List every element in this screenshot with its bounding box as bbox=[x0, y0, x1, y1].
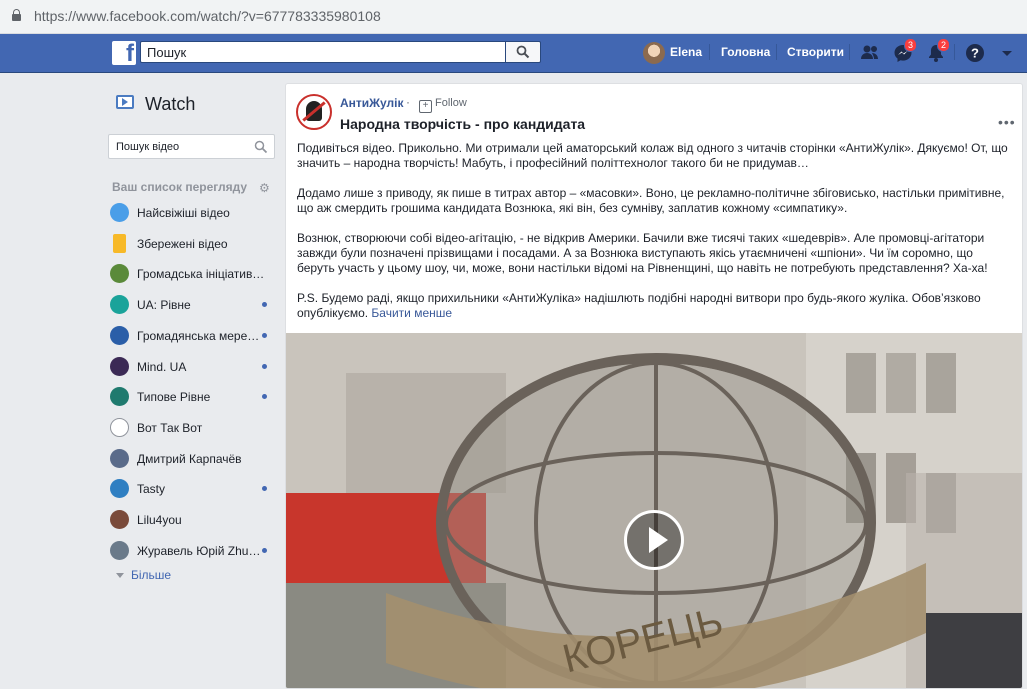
see-less-link[interactable]: Бачити менше bbox=[371, 306, 452, 320]
search-icon bbox=[516, 45, 530, 59]
page-avatar-icon bbox=[110, 479, 129, 498]
search-button[interactable] bbox=[505, 41, 541, 63]
sidebar-item[interactable]: Типове Рівне bbox=[110, 387, 270, 409]
help-icon: ? bbox=[966, 44, 984, 62]
sidebar-item-label: Громадянська мере… bbox=[137, 329, 260, 343]
facebook-logo-icon[interactable]: f bbox=[112, 40, 136, 67]
post-paragraph: Подивіться відео. Прикольно. Ми отримали… bbox=[297, 141, 1008, 170]
page-name-link[interactable]: АнтиЖулік bbox=[340, 96, 404, 110]
sidebar-item[interactable]: Громадська ініціатива… bbox=[110, 264, 270, 286]
watchlist-heading: Ваш список перегляду bbox=[112, 180, 248, 194]
page-avatar-icon bbox=[110, 449, 129, 468]
play-circle-icon bbox=[110, 203, 129, 222]
new-content-indicator bbox=[262, 394, 267, 399]
page-avatar-icon bbox=[110, 264, 129, 283]
caret-down-icon bbox=[1002, 51, 1012, 56]
sidebar-item-label: Дмитрий Карпачёв bbox=[137, 452, 242, 466]
page-avatar-icon bbox=[110, 326, 129, 345]
chevron-down-icon bbox=[116, 573, 124, 579]
post-title: Народна творчість - про кандидата bbox=[340, 116, 586, 132]
account-menu-button[interactable] bbox=[996, 42, 1018, 64]
sidebar-item-label: Журавель Юрій Zhu… bbox=[137, 544, 261, 558]
help-button[interactable]: ? bbox=[964, 42, 986, 64]
sidebar-item-label: Типове Рівне bbox=[137, 390, 211, 404]
browser-address-bar[interactable]: https://www.facebook.com/watch/?v=677783… bbox=[0, 0, 1027, 34]
separator-dot: · bbox=[406, 95, 410, 109]
page-avatar-icon bbox=[110, 541, 129, 560]
page-avatar-icon bbox=[110, 357, 129, 376]
see-more-button[interactable]: Більше bbox=[116, 568, 171, 582]
create-link[interactable]: Створити bbox=[787, 45, 844, 59]
search-placeholder: Пошук bbox=[147, 45, 187, 60]
page-avatar-icon bbox=[110, 418, 129, 437]
sidebar-item[interactable]: Збережені відео bbox=[110, 234, 270, 256]
sidebar-item-label: Lilu4you bbox=[137, 513, 182, 527]
play-button[interactable] bbox=[624, 510, 684, 570]
sidebar-item-label: Громадська ініціатива… bbox=[137, 267, 270, 281]
video-search-input[interactable]: Пошук відео bbox=[108, 134, 275, 159]
lock-icon bbox=[12, 9, 21, 21]
post-text: Подивіться відео. Прикольно. Ми отримали… bbox=[297, 141, 1011, 336]
sidebar-item-label: Tasty bbox=[137, 482, 166, 496]
sidebar-item[interactable]: UA: Рівне bbox=[110, 295, 270, 317]
post-paragraph-last: P.S. Будемо раді, якщо прихильники «Анти… bbox=[297, 291, 1011, 321]
svg-text:?: ? bbox=[971, 46, 979, 61]
profile-link[interactable]: Elena bbox=[670, 45, 702, 59]
sidebar-item-label: UA: Рівне bbox=[137, 298, 191, 312]
new-content-indicator bbox=[262, 548, 267, 553]
more-options-icon[interactable]: ••• bbox=[998, 114, 1016, 130]
notifications-button[interactable]: 2 bbox=[925, 38, 951, 64]
sidebar-item[interactable]: Mind. UA bbox=[110, 357, 270, 379]
page-avatar-icon bbox=[110, 295, 129, 314]
sidebar-item-label: Mind. UA bbox=[137, 360, 187, 374]
notifications-badge: 2 bbox=[937, 38, 951, 52]
sidebar-item[interactable]: Вот Так Вот bbox=[110, 418, 270, 440]
sidebar-item[interactable]: Tasty bbox=[110, 479, 270, 501]
watch-icon bbox=[116, 95, 134, 109]
messenger-button[interactable]: 3 bbox=[892, 38, 918, 64]
search-input[interactable]: Пошук bbox=[140, 41, 506, 63]
sidebar-item[interactable]: Дмитрий Карпачёв bbox=[110, 449, 270, 471]
sidebar-item[interactable]: Журавель Юрій Zhu… bbox=[110, 541, 270, 563]
follow-label: Follow bbox=[435, 97, 467, 109]
sidebar-item-label: Вот Так Вот bbox=[137, 421, 203, 435]
post-paragraph: Вознюк, створюючи собі відео-агітацію, -… bbox=[297, 231, 988, 275]
messages-badge: 3 bbox=[904, 38, 918, 52]
page-avatar[interactable] bbox=[296, 94, 332, 130]
sidebar-item[interactable]: Громадянська мере… bbox=[110, 326, 270, 348]
home-link[interactable]: Головна bbox=[721, 45, 770, 59]
video-player[interactable]: КОРЕЦЬ bbox=[286, 333, 1022, 688]
plus-icon: + bbox=[419, 100, 432, 113]
follow-button[interactable]: + Follow bbox=[419, 97, 467, 113]
nav-divider bbox=[776, 44, 777, 60]
new-content-indicator bbox=[262, 333, 267, 338]
gear-icon[interactable]: ⚙ bbox=[259, 181, 270, 195]
new-content-indicator bbox=[262, 364, 267, 369]
friend-requests-button[interactable] bbox=[859, 42, 881, 64]
page-avatar-icon bbox=[110, 510, 129, 529]
sidebar-item[interactable]: Найсвіжіші відео bbox=[110, 203, 270, 225]
search-icon bbox=[254, 140, 268, 154]
video-search-placeholder: Пошук відео bbox=[116, 141, 180, 153]
see-more-label: Більше bbox=[131, 568, 172, 582]
sidebar-item[interactable]: Lilu4you bbox=[110, 510, 270, 532]
sidebar-item-label: Збережені відео bbox=[137, 237, 228, 251]
new-content-indicator bbox=[262, 302, 267, 307]
post-paragraph: Додамо лише з приводу, як пише в титрах … bbox=[297, 186, 1005, 215]
nav-divider bbox=[849, 44, 850, 60]
new-content-indicator bbox=[262, 486, 267, 491]
sidebar-item-label: Найсвіжіші відео bbox=[137, 206, 230, 220]
nav-divider bbox=[709, 44, 710, 60]
friends-icon bbox=[861, 45, 878, 59]
post-card: АнтиЖулік · + Follow Народна творчість - … bbox=[285, 83, 1023, 689]
page-title: Watch bbox=[145, 94, 196, 114]
user-avatar[interactable] bbox=[643, 42, 665, 64]
page-avatar-icon bbox=[110, 387, 129, 406]
url-text[interactable]: https://www.facebook.com/watch/?v=677783… bbox=[34, 8, 381, 24]
bookmark-icon bbox=[113, 234, 126, 253]
nav-divider bbox=[954, 44, 955, 60]
